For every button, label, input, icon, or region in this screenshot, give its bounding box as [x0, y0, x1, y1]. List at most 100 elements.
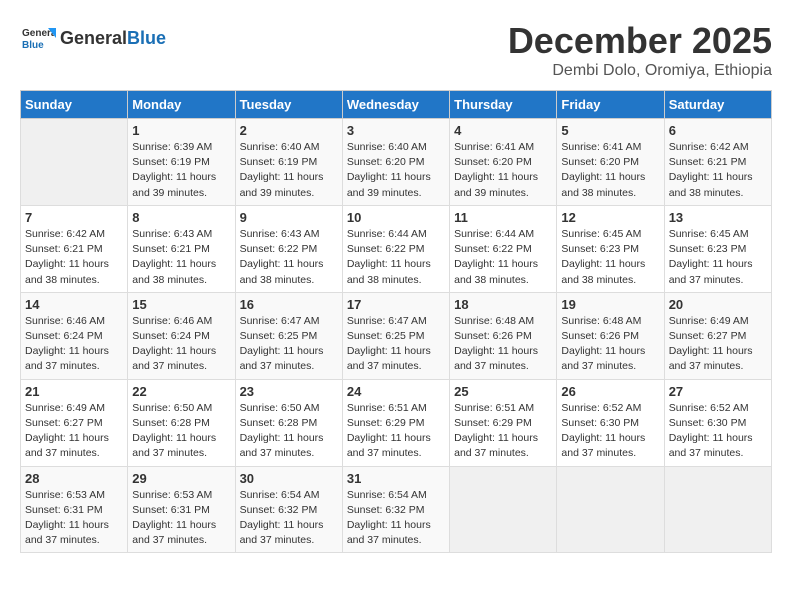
day-number: 30 [240, 471, 338, 486]
logo: General Blue GeneralBlue [20, 20, 166, 56]
day-number: 19 [561, 297, 659, 312]
day-number: 15 [132, 297, 230, 312]
weekday-header-wednesday: Wednesday [342, 91, 449, 119]
location-subtitle: Dembi Dolo, Oromiya, Ethiopia [508, 62, 772, 80]
day-number: 14 [25, 297, 123, 312]
day-info: Sunrise: 6:42 AMSunset: 6:21 PMDaylight:… [25, 227, 123, 288]
calendar-cell: 26Sunrise: 6:52 AMSunset: 6:30 PMDayligh… [557, 379, 664, 466]
day-number: 25 [454, 384, 552, 399]
calendar-cell: 1Sunrise: 6:39 AMSunset: 6:19 PMDaylight… [128, 119, 235, 206]
day-number: 21 [25, 384, 123, 399]
calendar-cell: 29 Sunrise: 6:53 AMSunset: 6:31 PMDayligh… [128, 466, 235, 553]
day-number: 10 [347, 210, 445, 225]
day-number: 4 [454, 123, 552, 138]
day-info: Sunrise: 6:53 AMSunset: 6:31 PMDaylight:… [132, 488, 230, 549]
day-info: Sunrise: 6:47 AMSunset: 6:25 PMDaylight:… [240, 314, 338, 375]
day-number: 11 [454, 210, 552, 225]
day-number: 20 [669, 297, 767, 312]
calendar-cell: 16 Sunrise: 6:47 AMSunset: 6:25 PMDayligh… [235, 292, 342, 379]
day-info: Sunrise: 6:45 AMSunset: 6:23 PMDaylight:… [561, 227, 659, 288]
day-number: 16 [240, 297, 338, 312]
day-info: Sunrise: 6:50 AMSunset: 6:28 PMDaylight:… [240, 401, 338, 462]
month-title: December 2025 [508, 20, 772, 62]
calendar-cell: 3 Sunrise: 6:40 AMSunset: 6:20 PMDaylight… [342, 119, 449, 206]
day-info: Sunrise: 6:41 AMSunset: 6:20 PMDaylight:… [454, 140, 552, 201]
weekday-header-saturday: Saturday [664, 91, 771, 119]
day-info: Sunrise: 6:39 AMSunset: 6:19 PMDaylight:… [132, 140, 230, 201]
calendar-cell [450, 466, 557, 553]
day-info: Sunrise: 6:45 AMSunset: 6:23 PMDaylight:… [669, 227, 767, 288]
calendar-cell: 27 Sunrise: 6:52 AMSunset: 6:30 PMDayligh… [664, 379, 771, 466]
day-number: 12 [561, 210, 659, 225]
day-number: 28 [25, 471, 123, 486]
calendar-cell: 31 Sunrise: 6:54 AMSunset: 6:32 PMDayligh… [342, 466, 449, 553]
day-number: 2 [240, 123, 338, 138]
calendar-cell: 25 Sunrise: 6:51 AMSunset: 6:29 PMDayligh… [450, 379, 557, 466]
logo-general-text: General [60, 28, 127, 48]
calendar-cell: 28 Sunrise: 6:53 AMSunset: 6:31 PMDayligh… [21, 466, 128, 553]
day-info: Sunrise: 6:40 AMSunset: 6:20 PMDaylight:… [347, 140, 445, 201]
day-number: 24 [347, 384, 445, 399]
calendar-cell: 17Sunrise: 6:47 AMSunset: 6:25 PMDayligh… [342, 292, 449, 379]
calendar-cell: 15Sunrise: 6:46 AMSunset: 6:24 PMDayligh… [128, 292, 235, 379]
day-info: Sunrise: 6:50 AMSunset: 6:28 PMDaylight:… [132, 401, 230, 462]
calendar-cell [664, 466, 771, 553]
day-info: Sunrise: 6:42 AMSunset: 6:21 PMDaylight:… [669, 140, 767, 201]
day-number: 5 [561, 123, 659, 138]
day-info: Sunrise: 6:51 AMSunset: 6:29 PMDaylight:… [454, 401, 552, 462]
calendar-cell: 9 Sunrise: 6:43 AMSunset: 6:22 PMDaylight… [235, 205, 342, 292]
calendar-cell [21, 119, 128, 206]
weekday-header-thursday: Thursday [450, 91, 557, 119]
day-info: Sunrise: 6:46 AMSunset: 6:24 PMDaylight:… [25, 314, 123, 375]
day-number: 29 [132, 471, 230, 486]
weekday-header-row: SundayMondayTuesdayWednesdayThursdayFrid… [21, 91, 772, 119]
day-number: 8 [132, 210, 230, 225]
calendar-week-row: 14 Sunrise: 6:46 AMSunset: 6:24 PMDayligh… [21, 292, 772, 379]
calendar-week-row: 28 Sunrise: 6:53 AMSunset: 6:31 PMDayligh… [21, 466, 772, 553]
day-info: Sunrise: 6:49 AMSunset: 6:27 PMDaylight:… [669, 314, 767, 375]
page-header: General Blue GeneralBlue December 2025 D… [20, 20, 772, 80]
calendar-cell: 24 Sunrise: 6:51 AMSunset: 6:29 PMDayligh… [342, 379, 449, 466]
day-info: Sunrise: 6:53 AMSunset: 6:31 PMDaylight:… [25, 488, 123, 549]
calendar-cell: 21 Sunrise: 6:49 AMSunset: 6:27 PMDayligh… [21, 379, 128, 466]
day-number: 22 [132, 384, 230, 399]
day-number: 27 [669, 384, 767, 399]
calendar-cell: 10 Sunrise: 6:44 AMSunset: 6:22 PMDayligh… [342, 205, 449, 292]
calendar-table: SundayMondayTuesdayWednesdayThursdayFrid… [20, 90, 772, 553]
day-info: Sunrise: 6:44 AMSunset: 6:22 PMDaylight:… [347, 227, 445, 288]
weekday-header-monday: Monday [128, 91, 235, 119]
calendar-cell: 23Sunrise: 6:50 AMSunset: 6:28 PMDayligh… [235, 379, 342, 466]
day-info: Sunrise: 6:43 AMSunset: 6:21 PMDaylight:… [132, 227, 230, 288]
day-info: Sunrise: 6:48 AMSunset: 6:26 PMDaylight:… [561, 314, 659, 375]
weekday-header-sunday: Sunday [21, 91, 128, 119]
day-number: 13 [669, 210, 767, 225]
day-info: Sunrise: 6:48 AMSunset: 6:26 PMDaylight:… [454, 314, 552, 375]
day-number: 6 [669, 123, 767, 138]
calendar-cell [557, 466, 664, 553]
day-info: Sunrise: 6:43 AMSunset: 6:22 PMDaylight:… [240, 227, 338, 288]
day-info: Sunrise: 6:44 AMSunset: 6:22 PMDaylight:… [454, 227, 552, 288]
weekday-header-tuesday: Tuesday [235, 91, 342, 119]
day-number: 3 [347, 123, 445, 138]
day-number: 9 [240, 210, 338, 225]
logo-blue-text: Blue [127, 28, 166, 48]
calendar-cell: 8 Sunrise: 6:43 AMSunset: 6:21 PMDaylight… [128, 205, 235, 292]
day-info: Sunrise: 6:52 AMSunset: 6:30 PMDaylight:… [669, 401, 767, 462]
calendar-cell: 30Sunrise: 6:54 AMSunset: 6:32 PMDayligh… [235, 466, 342, 553]
day-info: Sunrise: 6:49 AMSunset: 6:27 PMDaylight:… [25, 401, 123, 462]
day-info: Sunrise: 6:51 AMSunset: 6:29 PMDaylight:… [347, 401, 445, 462]
weekday-header-friday: Friday [557, 91, 664, 119]
calendar-cell: 2Sunrise: 6:40 AMSunset: 6:19 PMDaylight… [235, 119, 342, 206]
calendar-week-row: 7 Sunrise: 6:42 AMSunset: 6:21 PMDaylight… [21, 205, 772, 292]
day-info: Sunrise: 6:54 AMSunset: 6:32 PMDaylight:… [347, 488, 445, 549]
calendar-cell: 12 Sunrise: 6:45 AMSunset: 6:23 PMDayligh… [557, 205, 664, 292]
calendar-cell: 5Sunrise: 6:41 AMSunset: 6:20 PMDaylight… [557, 119, 664, 206]
title-section: December 2025 Dembi Dolo, Oromiya, Ethio… [508, 20, 772, 80]
day-info: Sunrise: 6:52 AMSunset: 6:30 PMDaylight:… [561, 401, 659, 462]
day-number: 31 [347, 471, 445, 486]
calendar-cell: 6 Sunrise: 6:42 AMSunset: 6:21 PMDaylight… [664, 119, 771, 206]
day-number: 7 [25, 210, 123, 225]
calendar-cell: 20 Sunrise: 6:49 AMSunset: 6:27 PMDayligh… [664, 292, 771, 379]
calendar-cell: 18Sunrise: 6:48 AMSunset: 6:26 PMDayligh… [450, 292, 557, 379]
calendar-cell: 11 Sunrise: 6:44 AMSunset: 6:22 PMDayligh… [450, 205, 557, 292]
